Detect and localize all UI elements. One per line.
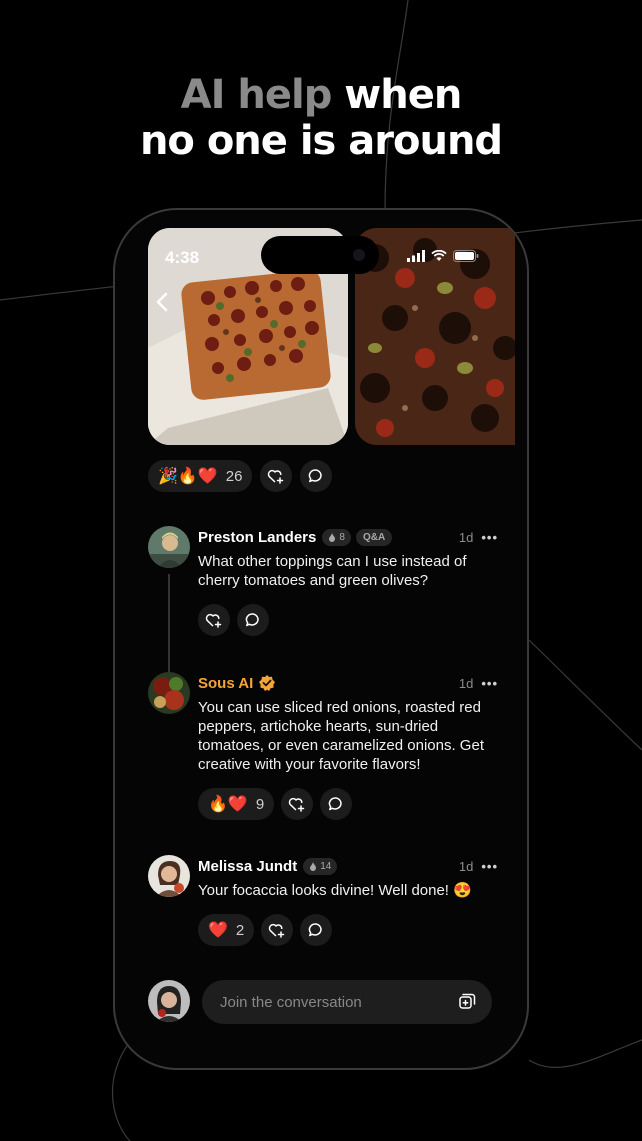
phone-frame: 4:38 🎉🔥❤️ 26 Preston Landers 8 Q&A 1d ••…: [113, 208, 529, 1070]
comment-time: 1d: [458, 858, 474, 874]
battery-icon: [453, 250, 479, 262]
reactions-pill[interactable]: ❤️ 2: [198, 914, 255, 946]
avatar[interactable]: [148, 855, 190, 897]
avatar[interactable]: [148, 672, 190, 714]
speech-bubble-icon: [309, 923, 322, 937]
reactions-pill[interactable]: 🔥❤️ 9: [198, 788, 275, 820]
reply-button[interactable]: [320, 788, 353, 820]
qa-tag: Q&A: [355, 528, 393, 546]
comment-text: What other toppings can I use instead of…: [198, 553, 467, 589]
speech-bubble-icon: [328, 797, 342, 811]
comment-input[interactable]: [218, 992, 458, 1012]
comment-text: You can use sliced red onions, roasted r…: [198, 699, 484, 773]
points-count: 8: [339, 531, 345, 543]
comment-author[interactable]: Melissa Jundt: [198, 858, 297, 875]
headline: AI help when no one is around: [0, 72, 642, 164]
comment-author[interactable]: Preston Landers: [198, 529, 316, 546]
cellular-signal-icon: [407, 250, 425, 262]
reaction-count: 26: [225, 467, 243, 485]
comment-author[interactable]: Sous AI: [198, 675, 253, 692]
flame-icon: [310, 861, 317, 871]
comment-time: 1d: [458, 675, 474, 691]
headline-dim: AI help: [180, 72, 333, 118]
verified-badge-icon: [259, 675, 276, 691]
back-chevron-icon[interactable]: [153, 290, 173, 314]
reply-button[interactable]: [237, 604, 269, 636]
heart-plus-icon: [288, 797, 305, 812]
status-icons: [407, 250, 479, 262]
current-user-avatar[interactable]: [148, 980, 190, 1022]
headline-bright: when: [331, 72, 462, 118]
post-reactions-pill[interactable]: 🎉🔥❤️ 26: [148, 460, 253, 492]
headline-line2: no one is around: [139, 118, 503, 164]
heart-plus-icon: [268, 469, 284, 484]
points-badge: 8: [322, 528, 351, 546]
reaction-emojis: 🔥❤️: [208, 796, 248, 813]
add-reaction-button[interactable]: [260, 460, 293, 492]
phone-screen: 4:38 🎉🔥❤️ 26 Preston Landers 8 Q&A 1d ••…: [115, 210, 527, 1068]
points-count: 14: [320, 860, 332, 872]
speech-bubble-icon: [245, 613, 259, 627]
reaction-count: 2: [235, 921, 245, 939]
comment-button[interactable]: [300, 460, 333, 492]
reply-button[interactable]: [300, 914, 333, 946]
add-reaction-button[interactable]: [261, 914, 294, 946]
dynamic-island: [261, 236, 379, 274]
speech-bubble-icon: [309, 469, 323, 483]
avatar[interactable]: [148, 526, 190, 568]
status-time: 4:38: [165, 248, 200, 267]
more-options-icon[interactable]: •••: [481, 859, 498, 874]
comment-composer[interactable]: [202, 980, 492, 1024]
points-badge: 14: [303, 857, 338, 875]
add-reaction-button[interactable]: [281, 788, 314, 820]
comment-time: 1d: [458, 529, 474, 545]
more-options-icon[interactable]: •••: [481, 530, 498, 545]
reaction-count: 9: [255, 795, 265, 813]
add-image-icon[interactable]: [458, 993, 476, 1011]
reaction-emojis: ❤️: [208, 922, 228, 939]
comment-text: Your focaccia looks divine! Well done! 😍: [198, 882, 472, 899]
flame-icon: [329, 532, 336, 542]
wifi-icon: [431, 250, 447, 261]
heart-plus-icon: [269, 923, 285, 938]
post-reactions-bar: 🎉🔥❤️ 26: [148, 460, 333, 492]
reaction-emojis: 🎉🔥❤️: [158, 468, 218, 485]
heart-plus-icon: [205, 613, 222, 628]
add-reaction-button[interactable]: [198, 604, 230, 636]
more-options-icon[interactable]: •••: [481, 676, 498, 691]
thread-connector: [168, 574, 170, 672]
